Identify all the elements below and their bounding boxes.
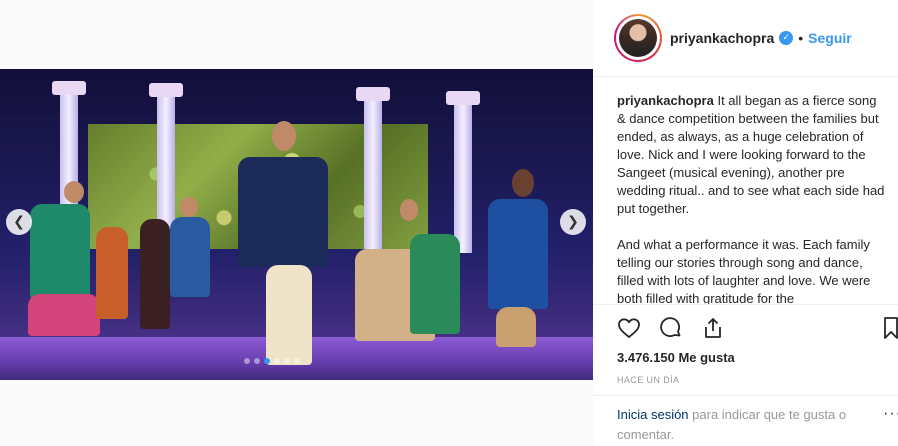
- dancer: [96, 227, 128, 319]
- dancer: [488, 199, 548, 309]
- like-count[interactable]: 3.476.150 Me gusta: [617, 350, 735, 365]
- dancer: [266, 265, 312, 365]
- dancer: [170, 217, 210, 297]
- share-icon: [705, 318, 721, 338]
- dancer: [30, 204, 90, 299]
- username-link[interactable]: priyankachopra: [670, 30, 774, 46]
- carousel-indicator: [244, 358, 300, 364]
- login-link[interactable]: Inicia sesión: [617, 407, 689, 422]
- comment-divider: [593, 395, 898, 396]
- comment-button[interactable]: [659, 316, 683, 340]
- carousel-dot: [274, 358, 280, 364]
- comment-icon: [660, 317, 681, 338]
- caption-text: It all began as a fierce song & dance co…: [617, 93, 885, 216]
- dancer: [410, 234, 460, 334]
- like-button[interactable]: [617, 316, 641, 340]
- more-options-icon[interactable]: ···: [883, 405, 898, 423]
- chevron-left-icon: ❮: [13, 214, 25, 230]
- post-header: priyankachopra ✓ • Seguir: [593, 0, 898, 77]
- dancer-head: [400, 199, 418, 221]
- avatar[interactable]: [614, 14, 662, 62]
- actions-divider: [593, 304, 898, 306]
- post-caption: priyankachopra It all began as a fierce …: [617, 92, 887, 305]
- carousel-dot: [244, 358, 250, 364]
- login-prompt: Inicia sesión para indicar que te gusta …: [617, 405, 867, 445]
- dancer: [496, 307, 536, 347]
- stage-pillar-cap: [149, 83, 183, 97]
- dancer: [28, 294, 100, 336]
- dancer-head: [64, 181, 84, 203]
- stage-pillar-cap: [52, 81, 86, 95]
- dancer: [238, 157, 328, 267]
- action-bar: [617, 316, 725, 340]
- carousel-prev-button[interactable]: ❮: [6, 209, 32, 235]
- caption-text-2: And what a performance it was. Each fami…: [617, 237, 871, 305]
- separator: •: [798, 30, 804, 46]
- avatar-photo: [619, 19, 657, 57]
- dancer-head: [180, 197, 198, 217]
- carousel-next-button[interactable]: ❯: [560, 209, 586, 235]
- dancer: [140, 219, 170, 329]
- share-button[interactable]: [701, 316, 725, 340]
- save-button[interactable]: [884, 316, 898, 340]
- carousel-dot: [294, 358, 300, 364]
- post-timestamp[interactable]: HACE UN DÍA: [617, 375, 679, 385]
- stage-pillar-cap: [356, 87, 390, 101]
- stage-pillar-cap: [446, 91, 480, 105]
- dancer-head: [512, 169, 534, 197]
- verified-icon: ✓: [779, 31, 794, 45]
- heart-icon: [618, 318, 640, 339]
- carousel-dot: [254, 358, 260, 364]
- stage-pillar: [454, 103, 472, 253]
- carousel-dot: [284, 358, 290, 364]
- bookmark-icon: [884, 317, 898, 339]
- dancer-head: [272, 121, 296, 151]
- post-sidebar: priyankachopra ✓ • Seguir priyankachopra…: [593, 0, 898, 446]
- post-image[interactable]: [0, 69, 593, 380]
- caption-username[interactable]: priyankachopra: [617, 93, 714, 108]
- follow-button[interactable]: Seguir: [808, 30, 852, 46]
- chevron-right-icon: ❯: [567, 214, 579, 230]
- stage-pillar: [364, 99, 382, 249]
- carousel-dot: [264, 358, 270, 364]
